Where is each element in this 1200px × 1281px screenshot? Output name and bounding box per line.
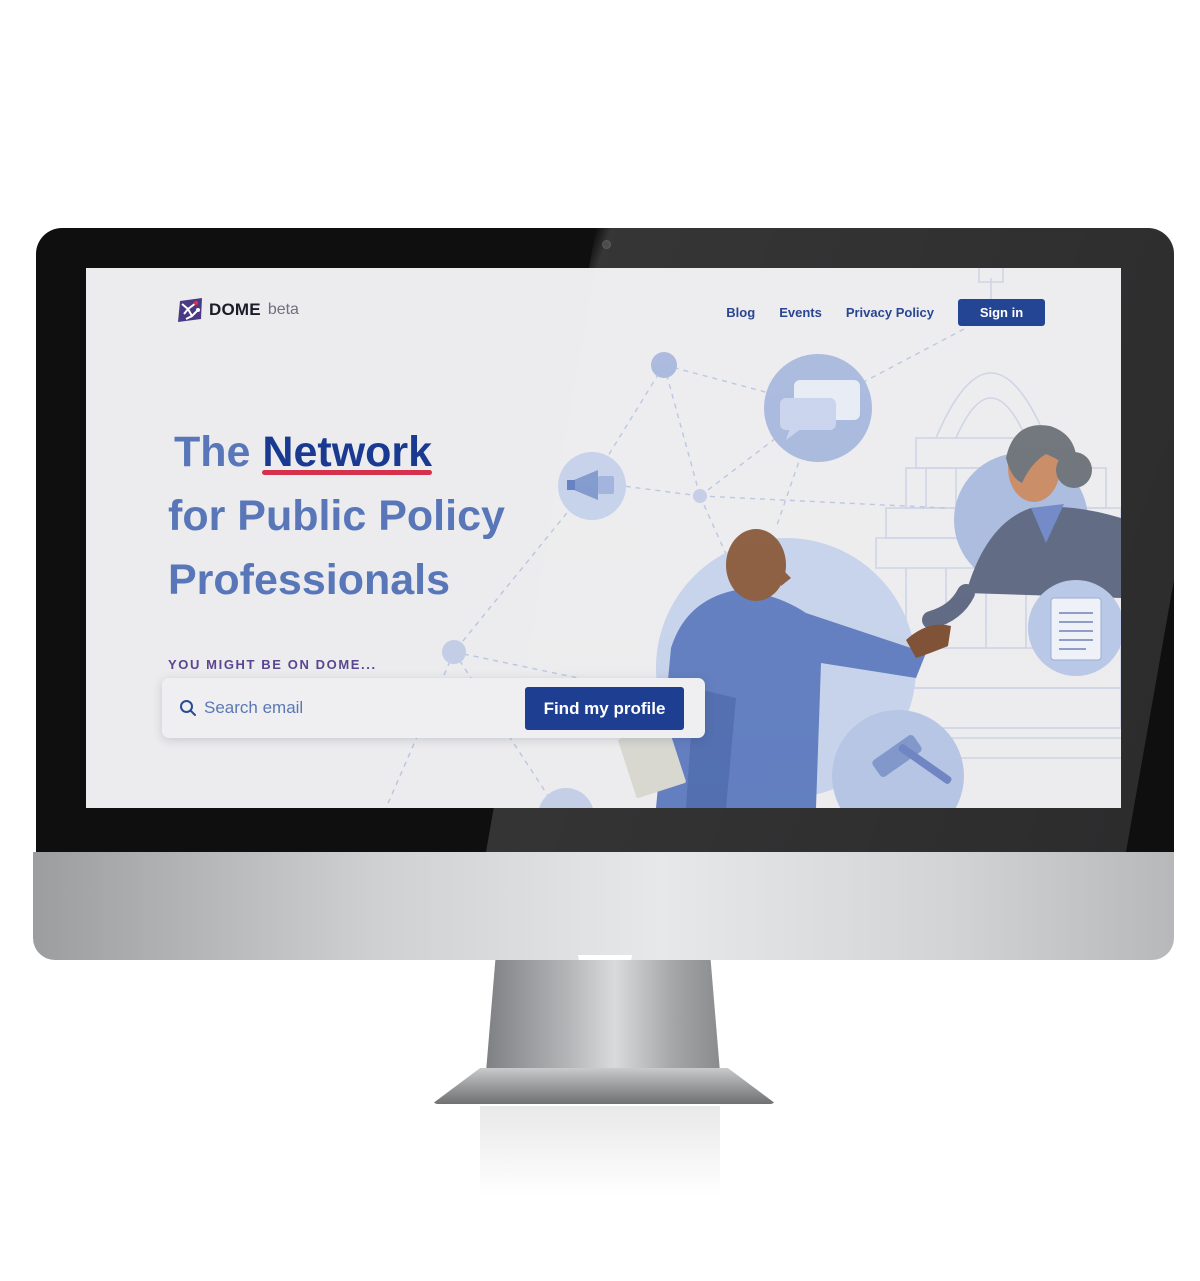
hero-heading: The Network for Public Policy Profession… <box>168 420 505 612</box>
monitor-stand <box>486 960 720 1072</box>
monitor-chin <box>33 852 1174 960</box>
top-navigation: DOME beta Blog Events Privacy Policy Sig… <box>86 268 1121 348</box>
dome-logo[interactable]: DOME beta <box>178 298 299 322</box>
dome-logo-icon <box>178 298 202 322</box>
hero-line-3: Professionals <box>168 556 450 604</box>
brand-name: DOME <box>209 300 261 319</box>
hero-accent-word: Network <box>262 420 433 484</box>
network-node <box>651 352 677 378</box>
stand-reflection <box>480 1106 720 1196</box>
hero-line-1: The Network <box>168 420 505 484</box>
search-email-input[interactable] <box>204 692 514 724</box>
search-icon <box>180 700 196 716</box>
document-icon <box>1050 597 1102 661</box>
sign-in-button[interactable]: Sign in <box>958 299 1045 326</box>
nav-link-events[interactable]: Events <box>779 305 822 320</box>
nav-link-blog[interactable]: Blog <box>726 305 755 320</box>
network-node <box>693 489 707 503</box>
hero-line-2: for Public Policy <box>168 492 505 540</box>
monitor-stand-base <box>432 1068 776 1104</box>
nav-link-privacy-policy[interactable]: Privacy Policy <box>846 305 934 320</box>
hero-line-1-prefix: The <box>174 428 251 476</box>
website-screen: DOME beta Blog Events Privacy Policy Sig… <box>86 268 1121 808</box>
network-node <box>442 640 466 664</box>
monitor-mockup: DOME beta Blog Events Privacy Policy Sig… <box>0 0 1200 1281</box>
profile-search-card: Find my profile <box>162 678 705 738</box>
network-node <box>539 788 593 808</box>
hero-accent-underline <box>262 470 433 475</box>
brand-beta-tag: beta <box>267 301 299 318</box>
find-my-profile-button[interactable]: Find my profile <box>525 687 684 730</box>
search-kicker: YOU MIGHT BE ON DOME... <box>168 657 377 672</box>
hero-accent-text: Network <box>262 428 433 476</box>
camera-icon <box>602 240 611 249</box>
nav-links: Blog Events Privacy Policy Sign in <box>702 299 1045 326</box>
